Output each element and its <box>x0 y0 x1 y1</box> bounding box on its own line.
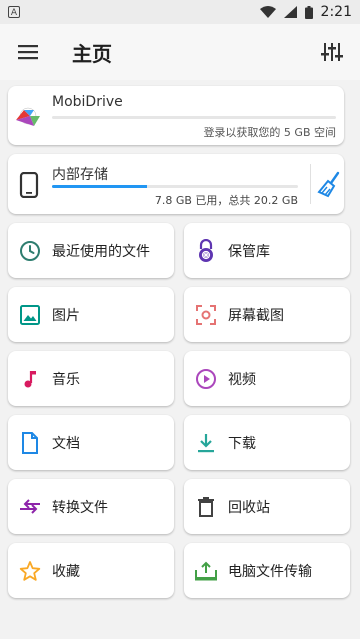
phone-icon <box>19 172 39 198</box>
status-time: 2:21 <box>320 4 352 20</box>
star-icon <box>18 559 42 583</box>
notification-icon: A <box>8 6 20 18</box>
tile-video[interactable]: 视频 <box>184 351 350 406</box>
tile-label: 下载 <box>228 435 256 452</box>
menu-icon[interactable] <box>16 40 40 64</box>
settings-sliders-icon[interactable] <box>320 40 344 64</box>
tile-documents[interactable]: 文档 <box>8 415 174 470</box>
image-icon <box>18 303 42 327</box>
wifi-icon <box>259 6 276 18</box>
app-bar: 主页 <box>0 24 360 80</box>
tile-label: 屏幕截图 <box>228 307 284 324</box>
vault-lock-icon <box>194 238 218 263</box>
tile-label: 音乐 <box>52 371 80 388</box>
storage-progress-bar <box>52 185 298 188</box>
tile-downloads[interactable]: 下载 <box>184 415 350 470</box>
tile-images[interactable]: 图片 <box>8 287 174 342</box>
tile-recent-files[interactable]: 最近使用的文件 <box>8 223 174 278</box>
tile-label: 转换文件 <box>52 499 108 516</box>
tile-vault[interactable]: 保管库 <box>184 223 350 278</box>
pc-transfer-icon <box>194 559 218 583</box>
tile-music[interactable]: 音乐 <box>8 351 174 406</box>
document-icon <box>18 431 42 455</box>
mobidrive-name: MobiDrive <box>52 94 123 110</box>
battery-icon <box>304 5 313 19</box>
clock-icon <box>18 239 42 263</box>
tile-label: 文档 <box>52 435 80 452</box>
tile-pc-file-transfer[interactable]: 电脑文件传输 <box>184 543 350 598</box>
tile-label: 保管库 <box>228 243 270 260</box>
tile-label: 视频 <box>228 371 256 388</box>
mobidrive-progress-bar <box>52 116 336 119</box>
status-bar: A 2:21 <box>0 0 360 24</box>
tile-label: 收藏 <box>52 563 80 580</box>
mobidrive-signin-text[interactable]: 登录以获取您的 5 GB 空间 <box>203 124 336 140</box>
mobidrive-logo-icon <box>16 107 40 126</box>
trash-icon <box>194 495 218 519</box>
tile-favorites[interactable]: 收藏 <box>8 543 174 598</box>
music-note-icon <box>18 367 42 391</box>
storage-progress-fill <box>52 185 147 188</box>
tile-label: 图片 <box>52 307 80 324</box>
screenshot-icon <box>194 303 218 327</box>
storage-name: 内部存储 <box>52 167 108 183</box>
tile-label: 最近使用的文件 <box>52 243 150 260</box>
storage-divider <box>310 164 311 204</box>
mobidrive-card[interactable]: MobiDrive 登录以获取您的 5 GB 空间 <box>8 86 344 145</box>
tile-label: 电脑文件传输 <box>228 563 312 580</box>
page-title: 主页 <box>72 41 112 66</box>
convert-arrows-icon <box>18 495 42 519</box>
tile-label: 回收站 <box>228 499 270 516</box>
internal-storage-card[interactable]: 内部存储 7.8 GB 已用，总共 20.2 GB <box>8 154 344 214</box>
tile-recycle-bin[interactable]: 回收站 <box>184 479 350 534</box>
storage-usage-text: 7.8 GB 已用，总共 20.2 GB <box>154 194 298 207</box>
play-circle-icon <box>194 367 218 391</box>
signal-icon <box>283 6 297 18</box>
tile-convert-files[interactable]: 转换文件 <box>8 479 174 534</box>
broom-clean-icon[interactable] <box>316 170 344 198</box>
tile-screenshots[interactable]: 屏幕截图 <box>184 287 350 342</box>
download-icon <box>194 431 218 455</box>
